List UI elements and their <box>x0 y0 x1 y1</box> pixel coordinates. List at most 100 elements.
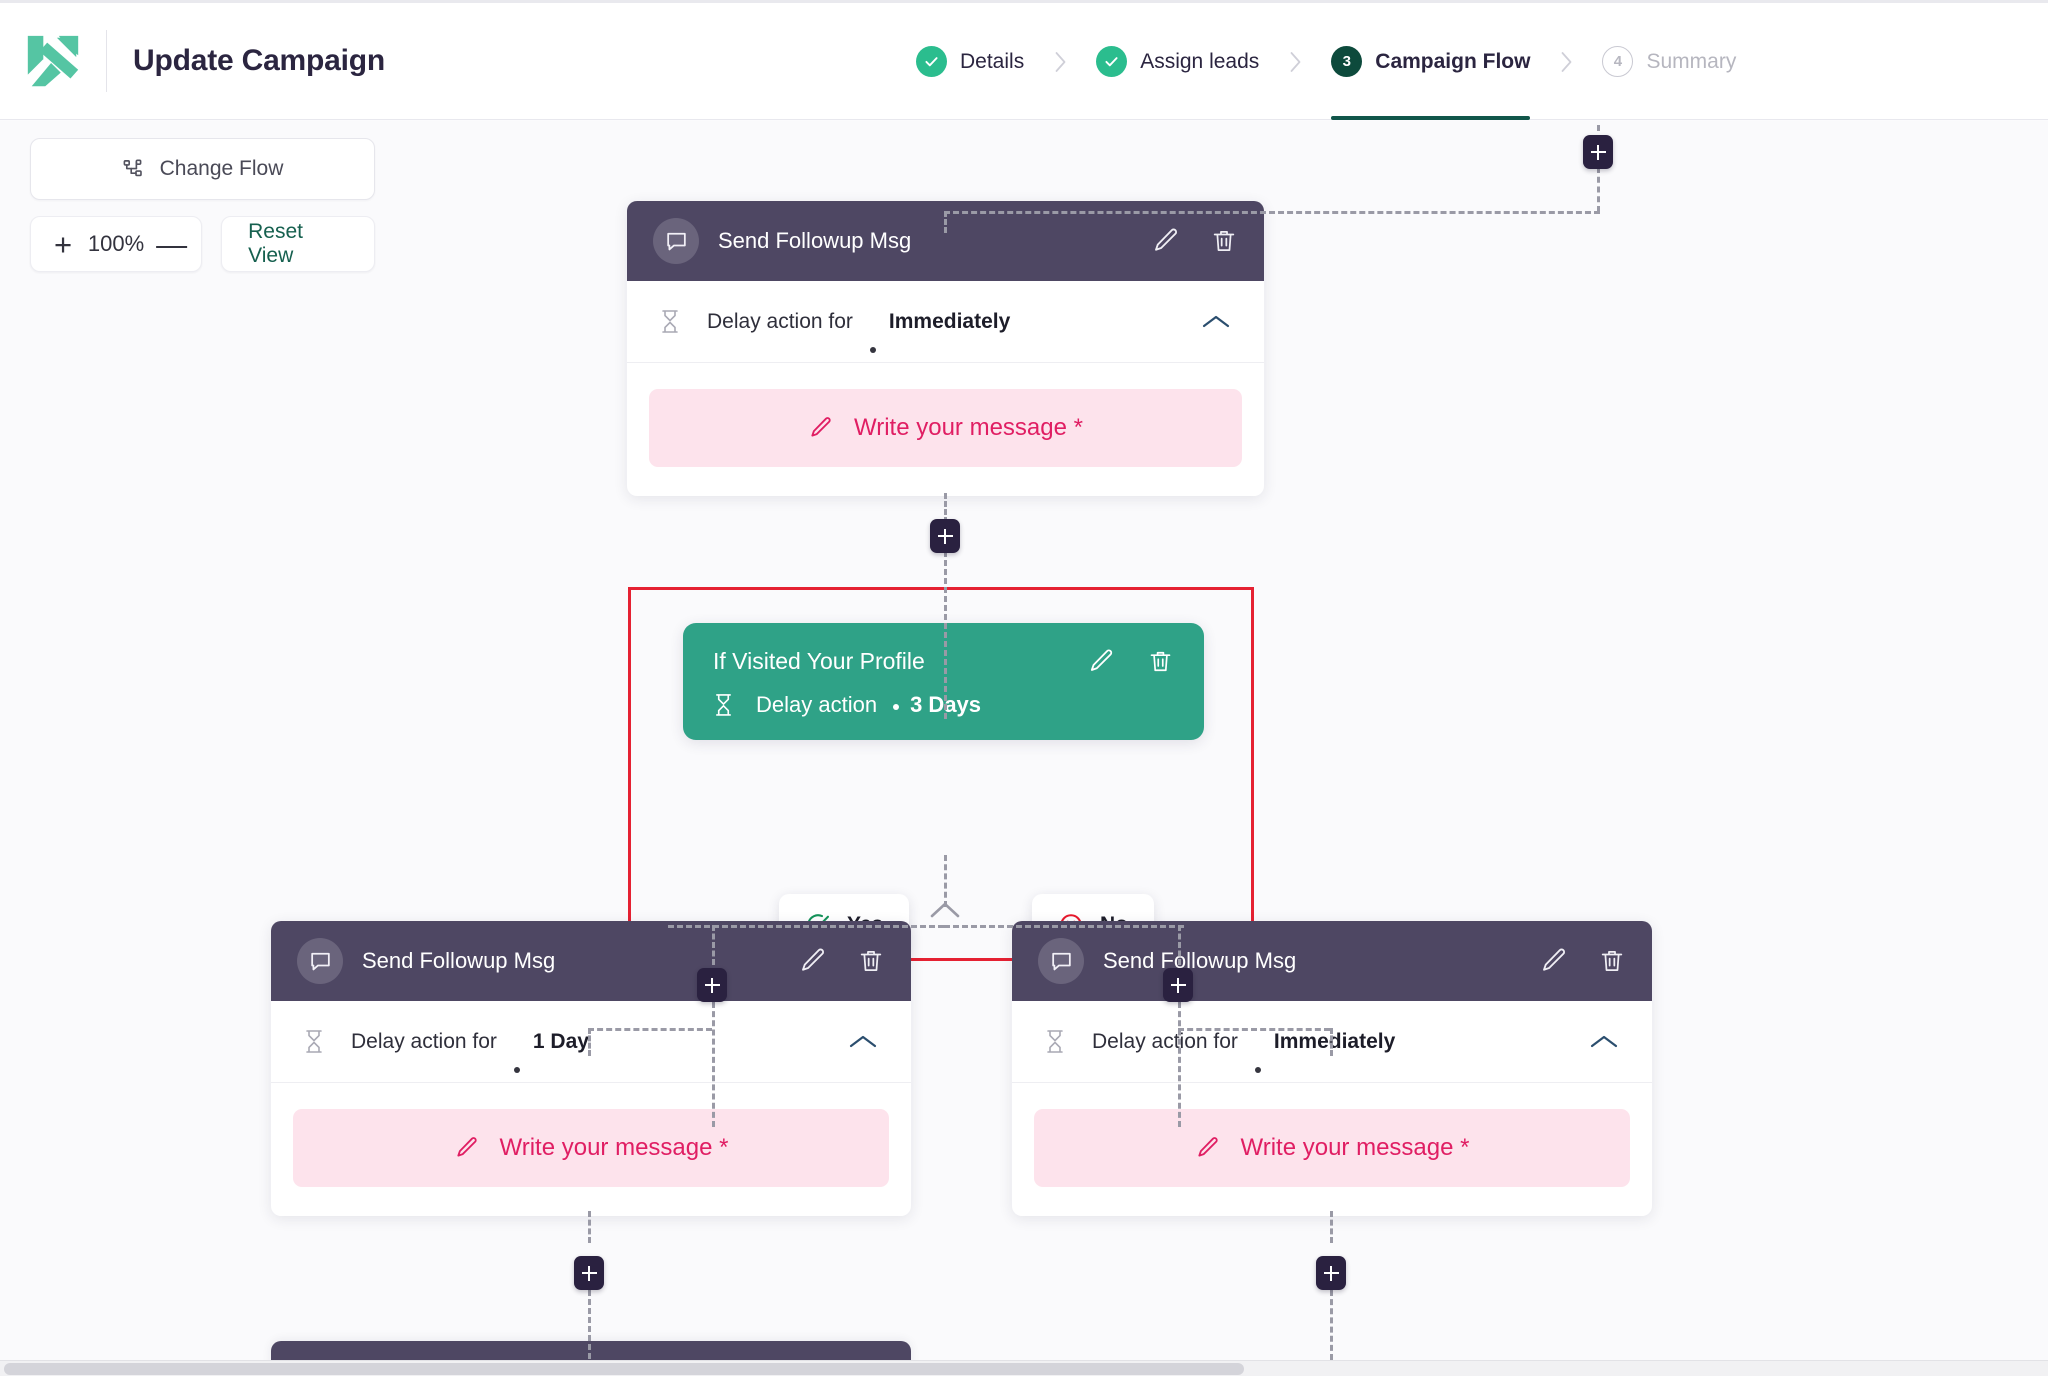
hourglass-icon <box>659 309 681 334</box>
write-message-label: Write your message * <box>499 1134 729 1161</box>
canvas-toolbar: Change Flow + 100% — Reset View <box>30 138 375 272</box>
write-message-label: Write your message * <box>1240 1134 1470 1161</box>
connector-node1-down-b <box>944 551 947 719</box>
connector-no-down-stub <box>1178 925 1181 965</box>
pencil-icon <box>808 415 834 441</box>
flow-canvas[interactable]: Change Flow + 100% — Reset View Send Fol… <box>0 121 2048 1360</box>
write-message-label: Write your message * <box>854 414 1083 441</box>
check-icon <box>923 53 940 70</box>
add-node-button-yes-branch[interactable] <box>697 968 727 1002</box>
zoom-stepper: + 100% — <box>30 216 203 272</box>
add-node-button-no-branch[interactable] <box>1163 968 1193 1002</box>
delete-node-button[interactable] <box>1147 648 1174 675</box>
app-header: Update Campaign Details Assign leads 3 C… <box>0 3 2048 120</box>
node-body: Write your message * <box>1012 1083 1652 1216</box>
zoom-controls: + 100% — Reset View <box>30 216 375 272</box>
node-actions <box>798 946 885 976</box>
step-details-marker <box>916 46 947 77</box>
delay-separator-dot <box>513 1067 520 1073</box>
add-node-button-no-bottom[interactable] <box>1316 1256 1346 1290</box>
delete-node-button[interactable] <box>1598 947 1626 975</box>
delay-separator-dot <box>1254 1067 1261 1073</box>
flow-node-partial-bottom[interactable] <box>271 1341 911 1360</box>
reset-view-button[interactable]: Reset View <box>221 216 375 272</box>
chat-bubble-icon <box>653 218 699 264</box>
connector-no-horizontal <box>944 925 1184 928</box>
connector-yes-elbow <box>588 1028 712 1031</box>
delay-label: Delay action for <box>1092 1029 1238 1053</box>
delay-separator-dot <box>869 347 876 353</box>
flow-node-message-yes[interactable]: Send Followup Msg Delay action for 1 Day… <box>271 921 911 1216</box>
node-title: Send Followup Msg <box>718 228 912 253</box>
zoom-out-button[interactable]: — <box>156 229 187 260</box>
flow-node-message-no[interactable]: Send Followup Msg Delay action for Immed… <box>1012 921 1652 1216</box>
step-assign-leads[interactable]: Assign leads <box>1080 3 1275 120</box>
zoom-in-button[interactable]: + <box>50 229 76 260</box>
chevron-right-icon <box>1275 51 1315 73</box>
connector-no-elbow <box>1178 1028 1330 1031</box>
campaign-flow-page: Update Campaign Details Assign leads 3 C… <box>0 0 2048 1376</box>
step-summary-marker: 4 <box>1602 46 1634 77</box>
edit-node-button[interactable] <box>1087 647 1116 676</box>
collapse-toggle-chevron-up-icon[interactable] <box>847 1032 879 1052</box>
connector-yes-down <box>712 1002 715 1127</box>
connector-yes-card-down-tail <box>588 1290 591 1360</box>
write-message-button[interactable]: Write your message * <box>293 1109 889 1187</box>
connector-no-elbow-drop <box>1330 1028 1333 1056</box>
delay-separator-dot <box>893 704 900 710</box>
condition-actions <box>1087 647 1174 676</box>
write-message-button[interactable]: Write your message * <box>1034 1109 1630 1187</box>
horizontal-scrollbar-track[interactable] <box>0 1360 2048 1376</box>
step-campaign-flow-label: Campaign Flow <box>1375 49 1531 73</box>
change-flow-label: Change Flow <box>159 157 284 180</box>
edit-node-button[interactable] <box>1539 946 1569 976</box>
delay-label: Delay action for <box>351 1029 497 1053</box>
collapse-toggle-chevron-up-icon[interactable] <box>1588 1032 1620 1052</box>
node-body: Write your message * <box>627 363 1264 496</box>
node-actions <box>1151 226 1238 256</box>
node-delay-row[interactable]: Delay action for Immediately <box>627 281 1264 363</box>
flow-tree-icon <box>122 158 145 181</box>
collapse-toggle-chevron-up-icon[interactable] <box>1200 312 1232 332</box>
step-campaign-flow[interactable]: 3 Campaign Flow <box>1315 3 1546 120</box>
step-details[interactable]: Details <box>900 3 1040 120</box>
kompass-k-logo-icon <box>22 30 84 92</box>
hourglass-icon <box>303 1029 325 1054</box>
node-title: Send Followup Msg <box>362 948 556 973</box>
add-node-button-below-top-card[interactable] <box>930 519 960 553</box>
add-node-button-yes-bottom[interactable] <box>574 1256 604 1290</box>
edit-node-button[interactable] <box>798 946 828 976</box>
active-step-underline <box>1331 116 1531 120</box>
edit-node-button[interactable] <box>1151 226 1181 256</box>
node-title: Send Followup Msg <box>1103 948 1297 973</box>
flow-node-message-top[interactable]: Send Followup Msg Delay action for Immed… <box>627 201 1264 496</box>
delete-node-button[interactable] <box>857 947 885 975</box>
chevron-right-icon <box>1040 51 1080 73</box>
connector-yes-elbow-drop <box>588 1028 591 1056</box>
delete-node-button[interactable] <box>1210 227 1238 255</box>
connector-no-card-down-tail <box>1330 1290 1333 1360</box>
step-details-label: Details <box>960 49 1025 73</box>
step-summary[interactable]: 4 Summary <box>1586 3 1752 120</box>
chat-bubble-icon <box>297 938 343 984</box>
write-message-button[interactable]: Write your message * <box>649 389 1242 467</box>
connector-top-horizontal <box>944 211 1600 214</box>
horizontal-scrollbar-thumb[interactable] <box>4 1363 1244 1375</box>
node-header: Send Followup Msg <box>271 921 911 1001</box>
connector-yes-horizontal <box>668 925 944 928</box>
step-assign-leads-marker <box>1096 46 1128 77</box>
connector-yes-card-down <box>588 1211 591 1243</box>
node-body: Write your message * <box>271 1083 911 1216</box>
pencil-icon <box>454 1135 480 1161</box>
condition-delay-label: Delay action <box>756 692 878 717</box>
delay-label: Delay action for <box>707 309 853 333</box>
add-node-button-top-right[interactable] <box>1583 135 1613 169</box>
delay-value: Immediately <box>888 309 1011 333</box>
node-delay-row[interactable]: Delay action for 1 Day <box>271 1001 911 1083</box>
check-icon <box>1103 53 1120 70</box>
step-assign-leads-label: Assign leads <box>1140 49 1260 73</box>
delay-value: 1 Day <box>532 1029 589 1053</box>
hourglass-icon <box>713 693 734 717</box>
connector-yes-down-stub <box>712 925 715 965</box>
change-flow-button[interactable]: Change Flow <box>30 138 375 200</box>
